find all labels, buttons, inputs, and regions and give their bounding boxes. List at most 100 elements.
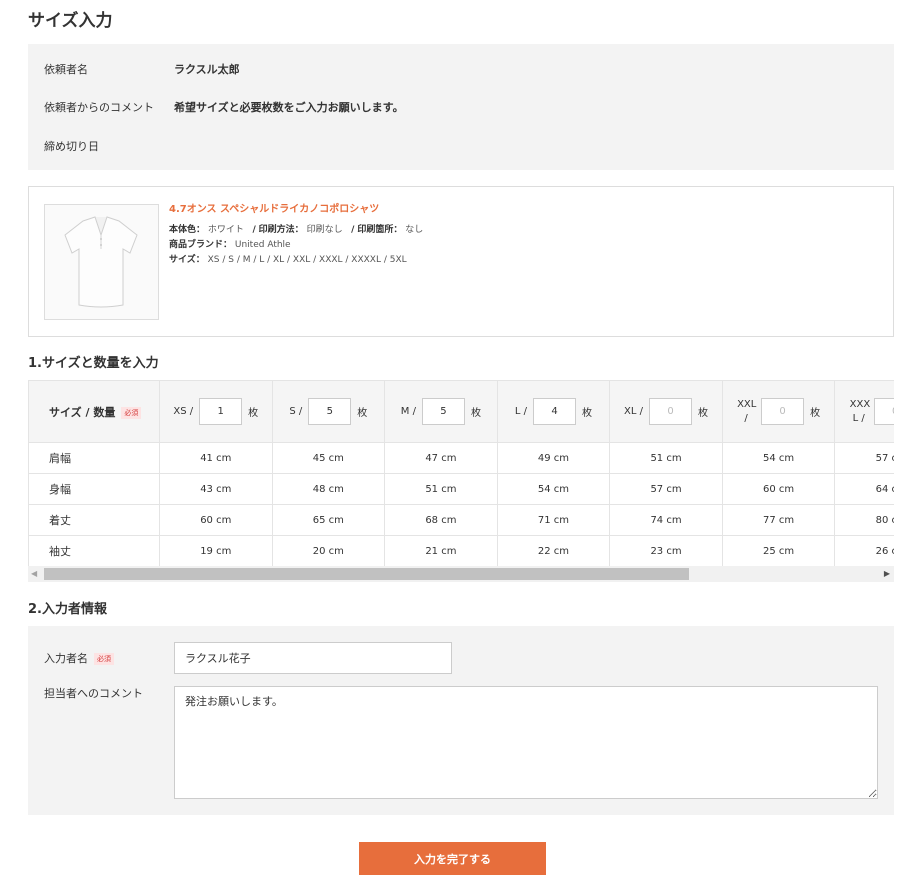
- measure-cell: 68 cm: [384, 504, 498, 536]
- qty-input-xl[interactable]: [649, 398, 692, 425]
- product-image: [44, 204, 159, 320]
- size-table: サイズ / 数量必須 XS / 枚 S / 枚 M / 枚 L / 枚 XL / 枚 XX…: [28, 380, 894, 567]
- product-brand-row: 商品ブランド： United Athle: [169, 238, 423, 253]
- inputter-name-label: 入力者名: [44, 652, 88, 665]
- size-measure-row: 身幅43 cm48 cm51 cm54 cm57 cm60 cm64 cm: [28, 473, 894, 505]
- section-inputter-title: 2.入力者情報: [28, 602, 107, 617]
- scroll-left-icon[interactable]: ◀: [31, 569, 37, 578]
- measure-cell: 22 cm: [496, 535, 611, 567]
- body-color-value: ホワイト: [207, 225, 244, 235]
- inputter-name-label-group: 入力者名 必須: [44, 650, 114, 666]
- size-measure-row: 着丈60 cm65 cm68 cm71 cm74 cm77 cm80 cm: [28, 504, 894, 536]
- qty-input-xs[interactable]: [199, 398, 243, 425]
- scrollbar-thumb[interactable]: [44, 568, 689, 580]
- print-location-value: なし: [405, 225, 424, 235]
- qty-input-s[interactable]: [308, 398, 352, 425]
- unit-label: 枚: [248, 408, 259, 419]
- spec-separator: /: [351, 225, 355, 235]
- size-label-line1: XXX: [849, 398, 871, 410]
- requester-comment-label: 依頼者からのコメント: [44, 101, 154, 114]
- measure-cell: 41 cm: [158, 442, 273, 474]
- measure-cell: 57 cm: [609, 473, 723, 505]
- size-column-xxl: XXL / 枚: [721, 380, 836, 443]
- size-label: M /: [400, 406, 416, 417]
- size-header-row: サイズ / 数量必須 XS / 枚 S / 枚 M / 枚 L / 枚 XL / 枚 XX…: [28, 380, 894, 443]
- size-label: L /: [514, 406, 528, 417]
- product-details: 4.7オンス スペシャルドライカノコポロシャツ 本体色： ホワイト / 印刷方法…: [169, 202, 423, 268]
- measure-cell: 64 cm: [834, 473, 894, 505]
- print-method-label: 印刷方法：: [258, 225, 304, 235]
- measure-label: 身幅: [28, 473, 160, 505]
- size-label: XS /: [173, 406, 194, 417]
- sizes-label: サイズ：: [169, 255, 205, 265]
- size-label-line1: XXL: [737, 398, 757, 410]
- unit-label: 枚: [810, 408, 821, 419]
- deadline-label: 締め切り日: [44, 140, 99, 153]
- measure-label: 肩幅: [28, 442, 160, 474]
- requester-comment-value: 希望サイズと必要枚数をご入力お願いします。: [174, 101, 404, 114]
- measure-cell: 77 cm: [721, 504, 836, 536]
- manager-comment-label: 担当者へのコメント: [44, 687, 143, 700]
- product-name[interactable]: 4.7オンス スペシャルドライカノコポロシャツ: [169, 202, 423, 217]
- polo-shirt-image: [64, 216, 138, 308]
- measure-cell: 47 cm: [384, 442, 498, 474]
- measure-cell: 49 cm: [496, 442, 611, 474]
- manager-comment-textarea[interactable]: 発注お願いします。: [174, 686, 878, 799]
- measure-cell: 57 cm: [834, 442, 894, 474]
- measure-cell: 20 cm: [271, 535, 386, 567]
- inputter-name-input[interactable]: [174, 642, 452, 674]
- size-label: S /: [289, 406, 303, 417]
- size-label: XXX L /: [849, 398, 871, 426]
- size-column-xl: XL / 枚: [609, 380, 723, 443]
- measure-cell: 60 cm: [158, 504, 273, 536]
- measure-cell: 80 cm: [834, 504, 894, 536]
- inputter-form-panel: 入力者名必須 担当者へのコメント 発注お願いします。: [28, 626, 894, 815]
- complete-input-button[interactable]: 入力を完了する: [359, 842, 546, 875]
- measure-label: 着丈: [28, 504, 160, 536]
- measure-cell: 26 cm: [834, 535, 894, 567]
- measure-cell: 74 cm: [609, 504, 723, 536]
- measure-cell: 19 cm: [158, 535, 273, 567]
- measure-cell: 60 cm: [721, 473, 836, 505]
- product-spec-row: 本体色： ホワイト / 印刷方法： 印刷なし / 印刷箇所： なし: [169, 223, 423, 238]
- size-label-line2: /: [744, 412, 748, 424]
- measure-cell: 45 cm: [271, 442, 386, 474]
- size-qty-header: サイズ / 数量 必須: [28, 380, 160, 443]
- required-badge: 必須: [94, 653, 114, 665]
- brand-value: United Athle: [234, 240, 291, 250]
- size-column-m: M / 枚: [384, 380, 498, 443]
- page-title: サイズ入力: [28, 11, 113, 31]
- measure-cell: 54 cm: [496, 473, 611, 505]
- measure-cell: 25 cm: [721, 535, 836, 567]
- qty-input-xxxl[interactable]: [873, 398, 894, 425]
- qty-input-m[interactable]: [421, 398, 465, 425]
- qty-input-xxl[interactable]: [761, 398, 805, 425]
- measure-cell: 51 cm: [609, 442, 723, 474]
- measure-cell: 23 cm: [609, 535, 723, 567]
- unit-label: 枚: [582, 408, 593, 419]
- measure-cell: 21 cm: [384, 535, 498, 567]
- size-column-xs: XS / 枚: [158, 380, 273, 443]
- measure-cell: 43 cm: [158, 473, 273, 505]
- size-column-l: L / 枚: [496, 380, 611, 443]
- size-label: XXL /: [737, 398, 757, 426]
- request-info-panel: 依頼者名 ラクスル太郎 依頼者からのコメント 希望サイズと必要枚数をご入力お願い…: [28, 44, 894, 170]
- measure-cell: 48 cm: [271, 473, 386, 505]
- qty-input-l[interactable]: [533, 398, 577, 425]
- size-table-scroll-area[interactable]: サイズ / 数量必須 XS / 枚 S / 枚 M / 枚 L / 枚 XL / 枚 XX…: [28, 380, 894, 582]
- section-size-title: 1.サイズと数量を入力: [28, 356, 159, 371]
- sizes-value: XS / S / M / L / XL / XXL / XXXL / XXXXL…: [207, 255, 407, 265]
- measure-cell: 65 cm: [271, 504, 386, 536]
- size-measure-row: 袖丈19 cm20 cm21 cm22 cm23 cm25 cm26 cm: [28, 535, 894, 567]
- measure-cell: 71 cm: [496, 504, 611, 536]
- unit-label: 枚: [470, 408, 481, 419]
- product-sizes-row: サイズ： XS / S / M / L / XL / XXL / XXXL / …: [169, 253, 423, 268]
- measure-cell: 54 cm: [721, 442, 836, 474]
- scroll-right-icon[interactable]: ▶: [884, 569, 890, 578]
- size-qty-header-label: サイズ / 数量: [49, 405, 116, 419]
- product-card: 4.7オンス スペシャルドライカノコポロシャツ 本体色： ホワイト / 印刷方法…: [28, 186, 894, 337]
- horizontal-scrollbar[interactable]: ◀ ▶: [28, 566, 894, 582]
- requester-label: 依頼者名: [44, 63, 88, 76]
- size-label-line2: L /: [852, 412, 865, 424]
- body-color-label: 本体色：: [169, 225, 206, 235]
